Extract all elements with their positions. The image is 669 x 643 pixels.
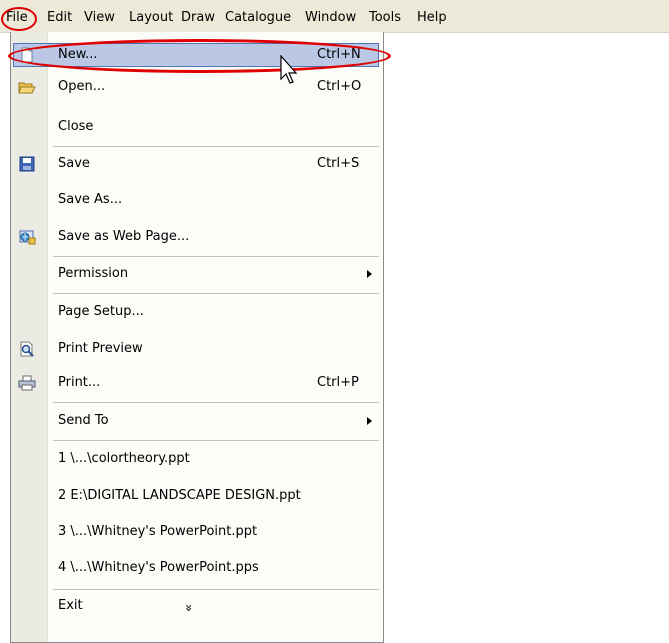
menu-item-print-preview[interactable]: Print Preview — [11, 336, 383, 362]
printer-icon — [18, 375, 36, 391]
menu-window[interactable]: Window — [305, 9, 356, 27]
file-menu-dropdown: New... Ctrl+N Open... Ctrl+O Close Save … — [10, 32, 384, 643]
menu-item-print[interactable]: Print... Ctrl+P — [11, 370, 383, 396]
menu-separator — [53, 293, 379, 294]
menu-item-recent-file-2[interactable]: 2 E:\DIGITAL LANDSCAPE DESIGN.ppt — [11, 483, 383, 509]
menu-item-label: Permission — [58, 266, 129, 281]
menu-edit[interactable]: Edit — [47, 9, 72, 27]
menu-item-label: 4 \...\Whitney's PowerPoint.pps — [58, 560, 259, 575]
menu-item-label: Print Preview — [58, 341, 143, 356]
menu-item-label: 1 \...\colortheory.ppt — [58, 451, 190, 466]
menu-item-label: Open... — [58, 79, 106, 94]
menu-item-shortcut: Ctrl+S — [317, 156, 360, 171]
menu-item-save[interactable]: Save Ctrl+S — [11, 151, 383, 177]
menu-separator — [53, 146, 379, 147]
menu-view[interactable]: View — [84, 9, 115, 27]
menu-item-recent-file-1[interactable]: 1 \...\colortheory.ppt — [11, 446, 383, 472]
menu-separator — [53, 589, 379, 590]
menu-layout[interactable]: Layout — [129, 9, 173, 27]
new-item-annotation-circle — [8, 39, 391, 73]
menu-item-label: Close — [58, 119, 94, 134]
menu-help[interactable]: Help — [417, 9, 447, 27]
menu-item-save-as[interactable]: Save As... — [11, 187, 383, 213]
menu-item-shortcut: Ctrl+O — [317, 79, 362, 94]
menu-catalogue[interactable]: Catalogue — [225, 9, 291, 27]
expand-menu-chevron-icon[interactable]: » — [182, 604, 196, 612]
menu-item-label: 3 \...\Whitney's PowerPoint.ppt — [58, 524, 258, 539]
menu-item-label: Page Setup... — [58, 304, 144, 319]
menu-item-permission[interactable]: Permission — [11, 261, 383, 287]
file-annotation-circle — [1, 7, 37, 31]
web-page-icon — [19, 230, 36, 245]
save-disk-icon — [19, 156, 35, 172]
menu-tools[interactable]: Tools — [369, 9, 401, 27]
menu-item-open[interactable]: Open... Ctrl+O — [11, 74, 383, 100]
menu-separator — [53, 402, 379, 403]
menu-separator — [53, 256, 379, 257]
menu-item-label: Save — [58, 156, 90, 171]
menu-item-save-web-page[interactable]: Save as Web Page... — [11, 224, 383, 250]
menu-item-label: Send To — [58, 413, 109, 428]
menu-bar: File Edit View Layout Draw Catalogue Win… — [0, 0, 669, 33]
open-folder-icon — [18, 82, 36, 94]
menu-item-page-setup[interactable]: Page Setup... — [11, 299, 383, 325]
menu-item-close[interactable]: Close — [11, 114, 383, 140]
submenu-arrow-icon — [367, 270, 372, 278]
menu-item-label: 2 E:\DIGITAL LANDSCAPE DESIGN.ppt — [58, 488, 301, 503]
menu-separator — [53, 440, 379, 441]
menu-item-shortcut: Ctrl+P — [317, 375, 359, 390]
menu-item-label: Save as Web Page... — [58, 229, 190, 244]
menu-item-label: Exit — [58, 598, 83, 613]
menu-item-recent-file-4[interactable]: 4 \...\Whitney's PowerPoint.pps — [11, 555, 383, 581]
menu-item-label: Print... — [58, 375, 101, 390]
menu-item-recent-file-3[interactable]: 3 \...\Whitney's PowerPoint.ppt — [11, 519, 383, 545]
menu-item-send-to[interactable]: Send To — [11, 408, 383, 434]
menu-item-label: Save As... — [58, 192, 123, 207]
print-preview-icon — [20, 341, 34, 357]
mouse-pointer-icon — [280, 55, 298, 84]
menu-item-exit[interactable]: Exit — [11, 593, 383, 619]
submenu-arrow-icon — [367, 417, 372, 425]
menu-draw[interactable]: Draw — [181, 9, 215, 27]
